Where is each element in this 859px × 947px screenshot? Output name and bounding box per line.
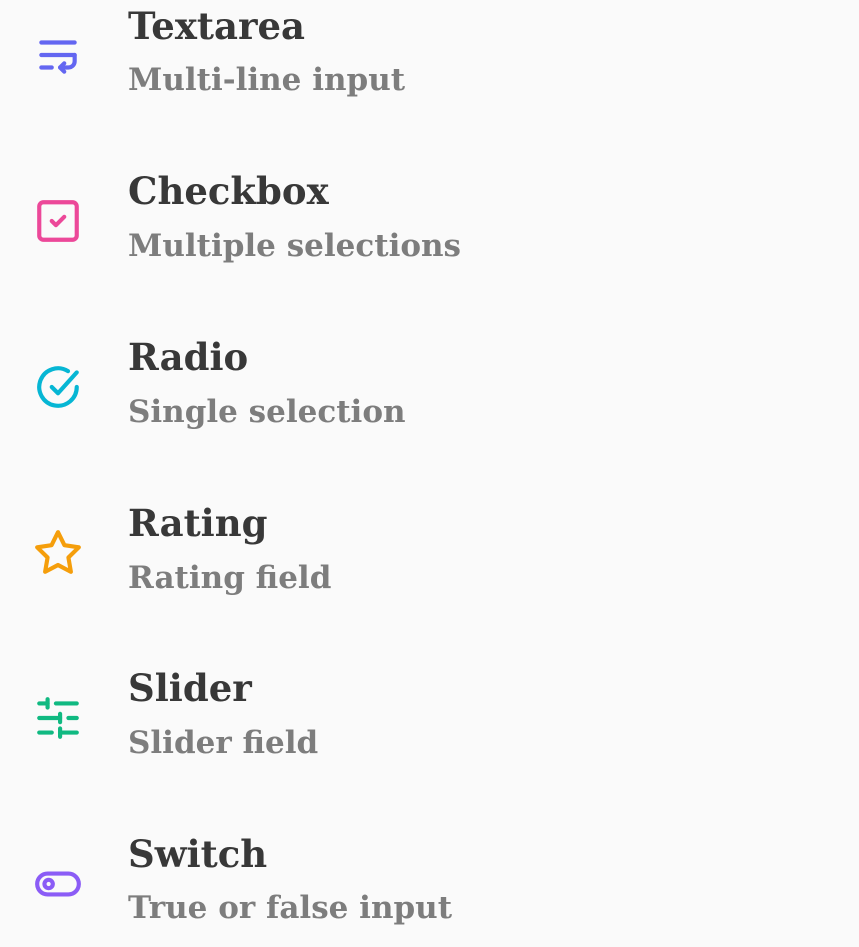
field-item-title: Switch [128, 832, 268, 876]
field-item-title: Rating [128, 501, 268, 545]
field-item-description: Single selection [128, 394, 406, 430]
field-item-textarea[interactable]: Textarea Multi-line input [0, 0, 859, 150]
field-item-switch[interactable]: Switch True or false input [0, 797, 859, 947]
field-item-slider[interactable]: Slider Slider field [0, 652, 859, 802]
field-item-checkbox[interactable]: Checkbox Multiple selections [0, 155, 859, 305]
field-item-description: Rating field [128, 560, 332, 596]
text-wrap-icon [33, 30, 83, 80]
sliders-icon [33, 693, 83, 743]
checkbox-icon [33, 196, 83, 246]
field-item-radio[interactable]: Radio Single selection [0, 321, 859, 471]
field-item-description: Multi-line input [128, 62, 406, 98]
field-item-description: True or false input [128, 890, 453, 926]
field-item-description: Multiple selections [128, 228, 462, 264]
circle-check-icon [33, 362, 83, 412]
star-icon [33, 528, 83, 578]
toggle-icon [33, 859, 83, 909]
field-item-title: Radio [128, 335, 249, 379]
field-item-description: Slider field [128, 725, 319, 761]
field-item-title: Textarea [128, 4, 305, 48]
field-item-title: Slider [128, 666, 252, 710]
field-item-rating[interactable]: Rating Rating field [0, 487, 859, 637]
field-item-title: Checkbox [128, 169, 329, 213]
field-type-list: Textarea Multi-line input Checkbox Multi… [0, 0, 859, 947]
